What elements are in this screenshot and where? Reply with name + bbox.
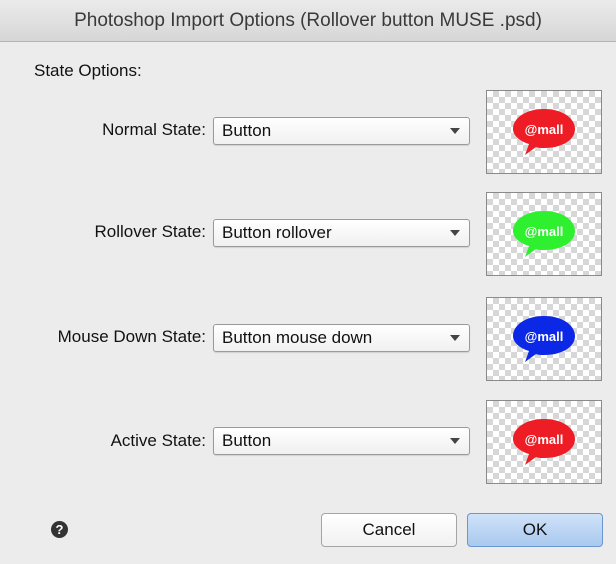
state-options-label: State Options: — [34, 61, 142, 80]
chevron-down-icon — [441, 428, 469, 454]
title-bar: Photoshop Import Options (Rollover butto… — [0, 0, 616, 42]
mouse-down-state-preview: @mall — [486, 297, 602, 381]
active-state-label: Active State: — [110, 431, 206, 450]
window-title: Photoshop Import Options (Rollover butto… — [74, 9, 542, 31]
mouse-down-state-label: Mouse Down State: — [57, 327, 206, 346]
rollover-state-preview: @mall — [486, 192, 602, 276]
normal-state-select[interactable]: Button — [213, 117, 470, 145]
active-state-select[interactable]: Button — [213, 427, 470, 455]
speech-bubble-icon: @mall — [513, 316, 575, 362]
mouse-down-state-value: Button mouse down — [222, 328, 373, 347]
chevron-down-icon — [441, 325, 469, 351]
rollover-state-label: Rollover State: — [94, 222, 207, 241]
bubble-text: @mall — [525, 224, 564, 239]
chevron-down-icon — [441, 118, 469, 144]
bubble-text: @mall — [525, 432, 564, 447]
normal-state-preview: @mall — [486, 90, 602, 174]
bubble-text: @mall — [525, 329, 564, 344]
cancel-button[interactable]: Cancel — [321, 513, 457, 547]
chevron-down-icon — [441, 220, 469, 246]
ok-button[interactable]: OK — [467, 513, 603, 547]
bubble-text: @mall — [525, 122, 564, 137]
mouse-down-state-select[interactable]: Button mouse down — [213, 324, 470, 352]
active-state-value: Button — [222, 431, 272, 450]
rollover-state-select[interactable]: Button rollover — [213, 219, 470, 247]
active-state-preview: @mall — [486, 400, 602, 484]
normal-state-label: Normal State: — [102, 120, 206, 139]
speech-bubble-icon: @mall — [513, 211, 575, 257]
speech-bubble-icon: @mall — [513, 419, 575, 465]
help-icon[interactable]: ? — [51, 521, 68, 538]
normal-state-value: Button — [222, 121, 272, 140]
speech-bubble-icon: @mall — [513, 109, 575, 155]
rollover-state-value: Button rollover — [222, 223, 332, 242]
